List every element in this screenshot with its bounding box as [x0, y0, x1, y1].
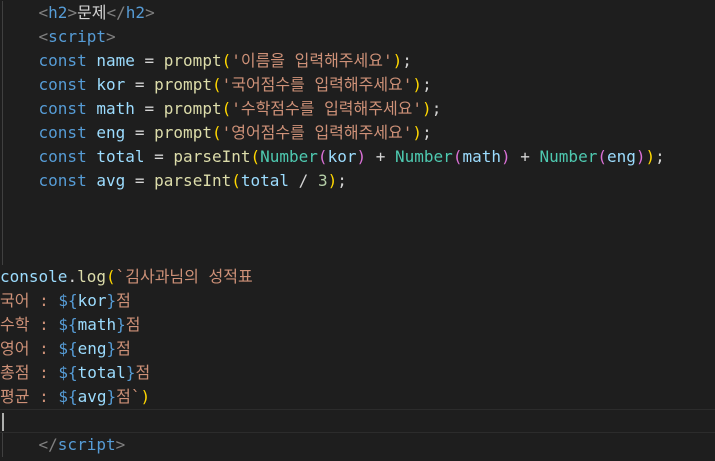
code-line: 평균 : ${avg}점`) [0, 387, 151, 406]
code-line: const kor = prompt('국어점수를 입력해주세요'); [0, 73, 715, 97]
code-line: 국어 : ${kor}점 [0, 291, 131, 310]
code-line: const total = parseInt(Number(kor) + Num… [0, 145, 715, 169]
code-line: const eng = prompt('영어점수를 입력해주세요'); [0, 121, 715, 145]
code-line: 수학 : ${math}점 [0, 315, 141, 334]
code-line: const avg = parseInt(total / 3); [0, 169, 715, 193]
code-line: 영어 : ${eng}점 [0, 339, 131, 358]
code-editor[interactable]: <h2>문제</h2> <script> const name = prompt… [0, 0, 715, 461]
code-line: const name = prompt('이름을 입력해주세요'); [0, 49, 715, 73]
code-line: const math = prompt('수학점수를 입력해주세요'); [0, 97, 715, 121]
code-line: 총점 : ${total}점 [0, 363, 151, 382]
code-line [0, 241, 715, 265]
code-line: <script> [0, 25, 715, 49]
code-line: </script> [0, 433, 715, 457]
code-line: <h2>문제</h2> [0, 1, 715, 25]
code-line [0, 193, 715, 217]
code-line [0, 217, 715, 241]
text-caret [2, 413, 4, 431]
current-line[interactable] [0, 409, 715, 433]
code-line: console.log(`김사과님의 성적표 [0, 267, 253, 286]
